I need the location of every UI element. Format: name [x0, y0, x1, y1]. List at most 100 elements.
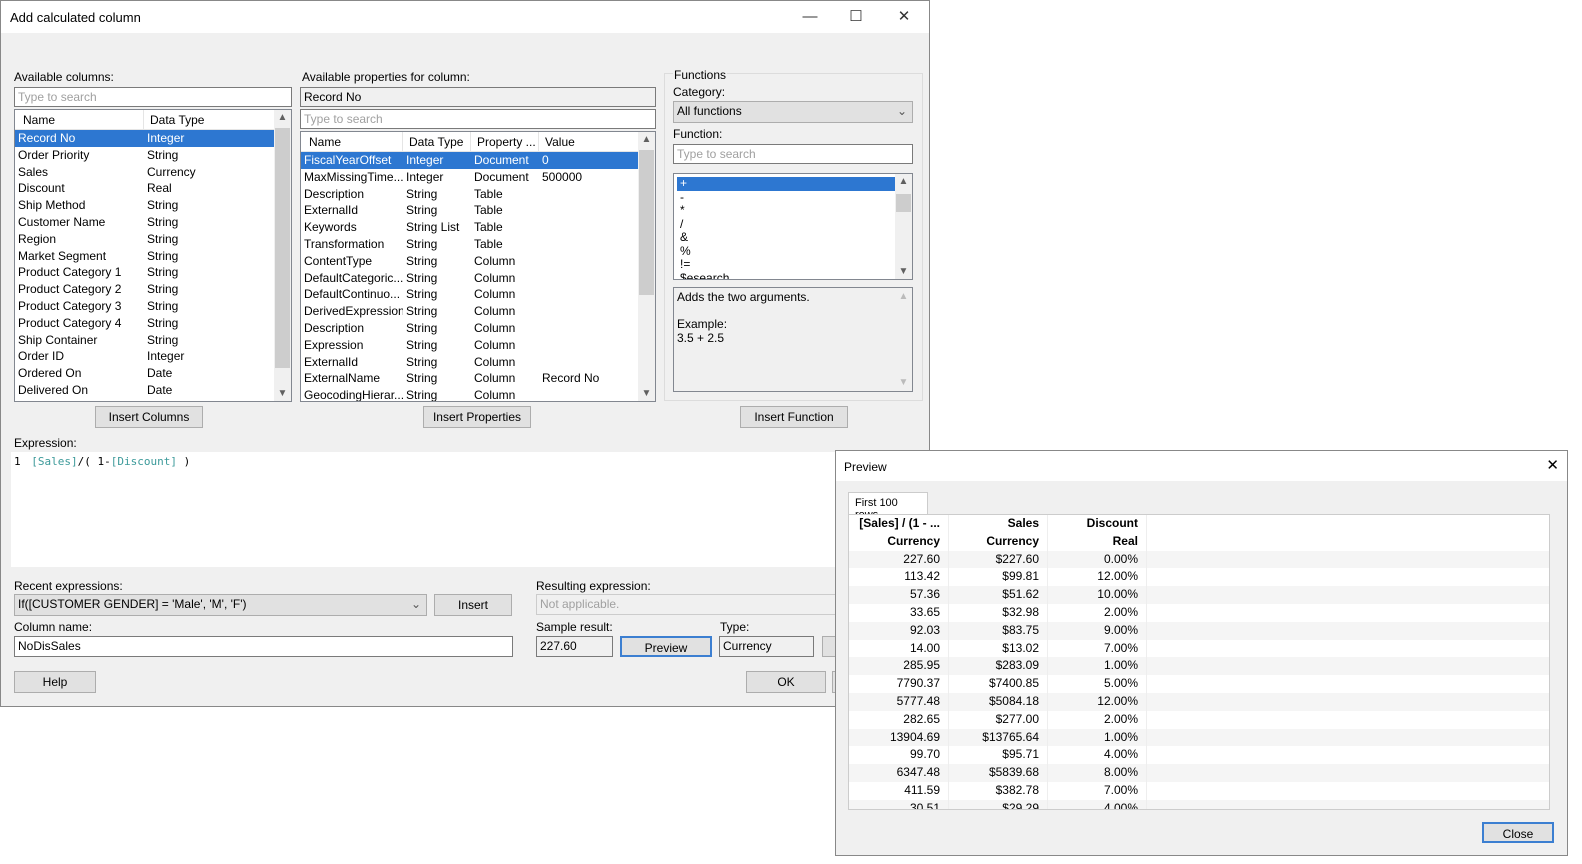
- property-list-item[interactable]: DefaultCategoric... String Column: [301, 270, 639, 287]
- property-list-item[interactable]: DefaultContinuo... String Column: [301, 286, 639, 303]
- properties-scrollbar[interactable]: ▲ ▼: [638, 132, 655, 401]
- expression-editor[interactable]: 1 [Sales]/( 1-[Discount] ): [11, 452, 841, 567]
- column-list-item[interactable]: Ship Method String: [15, 197, 275, 214]
- col-header-type[interactable]: Data Type: [144, 110, 275, 129]
- property-name: DerivedExpression: [304, 304, 403, 319]
- column-list-item[interactable]: Customer Name String: [15, 214, 275, 231]
- function-list-item[interactable]: %: [677, 244, 896, 259]
- column-list-item[interactable]: Discount Real: [15, 180, 275, 197]
- property-list-item[interactable]: FiscalYearOffset Integer Document 0: [301, 152, 639, 169]
- property-list-item[interactable]: Keywords String List Table: [301, 219, 639, 236]
- preview-cell-expression: 113.42: [849, 568, 949, 587]
- prop-header-value[interactable]: Value: [539, 132, 639, 151]
- columns-list[interactable]: Name Data Type Record No Integer Order Prio…: [14, 109, 292, 402]
- property-value: [539, 387, 639, 401]
- column-list-item[interactable]: Sales Currency: [15, 164, 275, 181]
- column-name-input[interactable]: NoDisSales: [14, 636, 513, 657]
- property-list-item[interactable]: ExternalId String Table: [301, 202, 639, 219]
- property-scope: Column: [474, 337, 516, 352]
- property-list-item[interactable]: ContentType String Column: [301, 253, 639, 270]
- property-type: String: [406, 388, 438, 402]
- property-list-item[interactable]: MaxMissingTime... Integer Document 500000: [301, 169, 639, 186]
- preview-type-sales: Currency: [949, 532, 1048, 551]
- preview-window: Preview ✕ First 100 rows [Sales] / (1 - …: [835, 450, 1568, 856]
- column-list-item[interactable]: Order Priority String: [15, 147, 275, 164]
- column-list-item[interactable]: Ordered On Date: [15, 365, 275, 382]
- column-name: Delivered On: [18, 382, 89, 397]
- column-list-item[interactable]: Order ID Integer: [15, 348, 275, 365]
- insert-properties-button[interactable]: Insert Properties: [423, 406, 531, 428]
- insert-recent-button[interactable]: Insert: [434, 594, 512, 616]
- column-name: Order ID: [18, 349, 65, 364]
- function-list-item[interactable]: *: [677, 203, 896, 218]
- properties-list[interactable]: Name Data Type Property ... Value FiscalYea…: [300, 131, 656, 402]
- property-scope: Table: [474, 186, 503, 201]
- column-list-item[interactable]: Record No Integer: [15, 130, 275, 147]
- preview-header-sales[interactable]: Sales: [949, 515, 1048, 533]
- column-list-item[interactable]: Region String: [15, 231, 275, 248]
- column-list-item[interactable]: Delivered On Date: [15, 382, 275, 399]
- preview-header-discount[interactable]: Discount: [1048, 515, 1147, 533]
- minimize-icon[interactable]: —: [787, 1, 833, 33]
- help-button[interactable]: Help: [14, 671, 96, 693]
- column-list-item[interactable]: Product Category 1 String: [15, 264, 275, 281]
- function-list-item[interactable]: $esearch: [677, 271, 896, 279]
- property-list-item[interactable]: Description String Table: [301, 186, 639, 203]
- function-list-item[interactable]: !=: [677, 257, 896, 272]
- column-list-item[interactable]: Ship Container String: [15, 332, 275, 349]
- close-icon[interactable]: ✕: [881, 1, 927, 33]
- preview-row: 14.00 $13.02 7.00%: [849, 639, 1549, 658]
- preview-cell-discount: 0.00%: [1048, 550, 1147, 569]
- prop-header-property[interactable]: Property ...: [471, 132, 539, 151]
- column-type: String: [147, 198, 179, 213]
- column-list-item[interactable]: Product Category 4 String: [15, 315, 275, 332]
- function-list-item[interactable]: -: [677, 190, 896, 205]
- column-list-item[interactable]: Product Category 2 String: [15, 281, 275, 298]
- category-dropdown[interactable]: All functions ⌄: [673, 101, 913, 123]
- close-icon[interactable]: ✕: [1546, 456, 1559, 474]
- preview-button[interactable]: Preview: [620, 636, 712, 657]
- column-name: Ship Method: [18, 198, 86, 213]
- maximize-icon[interactable]: ☐: [833, 1, 879, 33]
- function-list-item[interactable]: /: [677, 217, 896, 232]
- prop-header-type[interactable]: Data Type: [403, 132, 471, 151]
- preview-row: 13904.69 $13765.64 1.00%: [849, 728, 1549, 747]
- functions-scrollbar[interactable]: ▲ ▼: [895, 174, 912, 279]
- column-name: Product Category 4: [18, 315, 122, 330]
- preview-header-expression[interactable]: [Sales] / (1 - ...: [849, 515, 949, 533]
- function-search-input[interactable]: Type to search: [673, 144, 913, 164]
- preview-cell-expression: 5777.48: [849, 692, 949, 711]
- expr-column-sales: [Sales]: [31, 455, 78, 468]
- insert-columns-button[interactable]: Insert Columns: [95, 406, 203, 428]
- properties-search-input[interactable]: Type to search: [300, 109, 656, 129]
- category-label: Category:: [673, 85, 726, 99]
- columns-scrollbar[interactable]: ▲ ▼: [274, 110, 291, 401]
- column-type: String: [147, 332, 179, 347]
- prop-header-name[interactable]: Name: [301, 132, 403, 151]
- tab-first-100-rows[interactable]: First 100 rows: [848, 492, 928, 521]
- functions-list[interactable]: + - * / &% != $esearch ▲ ▼: [673, 173, 913, 280]
- preview-cell-sales: $51.62: [949, 586, 1048, 604]
- property-list-item[interactable]: ExternalId String Column: [301, 354, 639, 371]
- column-list-item[interactable]: Market Segment String: [15, 248, 275, 265]
- function-list-item[interactable]: +: [677, 176, 896, 191]
- column-type: String: [147, 315, 179, 330]
- property-list-item[interactable]: Description String Column: [301, 320, 639, 337]
- column-type: Date: [147, 366, 173, 381]
- recent-expressions-dropdown[interactable]: If([CUSTOMER GENDER] = 'Male', 'M', 'F')…: [14, 594, 427, 616]
- property-list-item[interactable]: Transformation String Table: [301, 236, 639, 253]
- ok-button[interactable]: OK: [746, 671, 826, 693]
- property-list-item[interactable]: GeocodingHierar... String Column: [301, 387, 639, 402]
- property-name: MaxMissingTime...: [304, 169, 403, 184]
- columns-search-input[interactable]: Type to search: [14, 87, 292, 107]
- property-list-item[interactable]: ExternalName String Column Record No: [301, 370, 639, 387]
- property-list-item[interactable]: DerivedExpression String Column: [301, 303, 639, 320]
- col-header-name[interactable]: Name: [15, 110, 144, 129]
- column-list-item[interactable]: Product Category 3 String: [15, 298, 275, 315]
- insert-function-button[interactable]: Insert Function: [740, 406, 848, 428]
- property-list-item[interactable]: Expression String Column: [301, 337, 639, 354]
- preview-row: 285.95 $283.09 1.00%: [849, 657, 1549, 676]
- preview-close-button[interactable]: Close: [1482, 822, 1554, 843]
- function-list-item[interactable]: &: [677, 230, 896, 245]
- preview-cell-discount: 10.00%: [1048, 586, 1147, 604]
